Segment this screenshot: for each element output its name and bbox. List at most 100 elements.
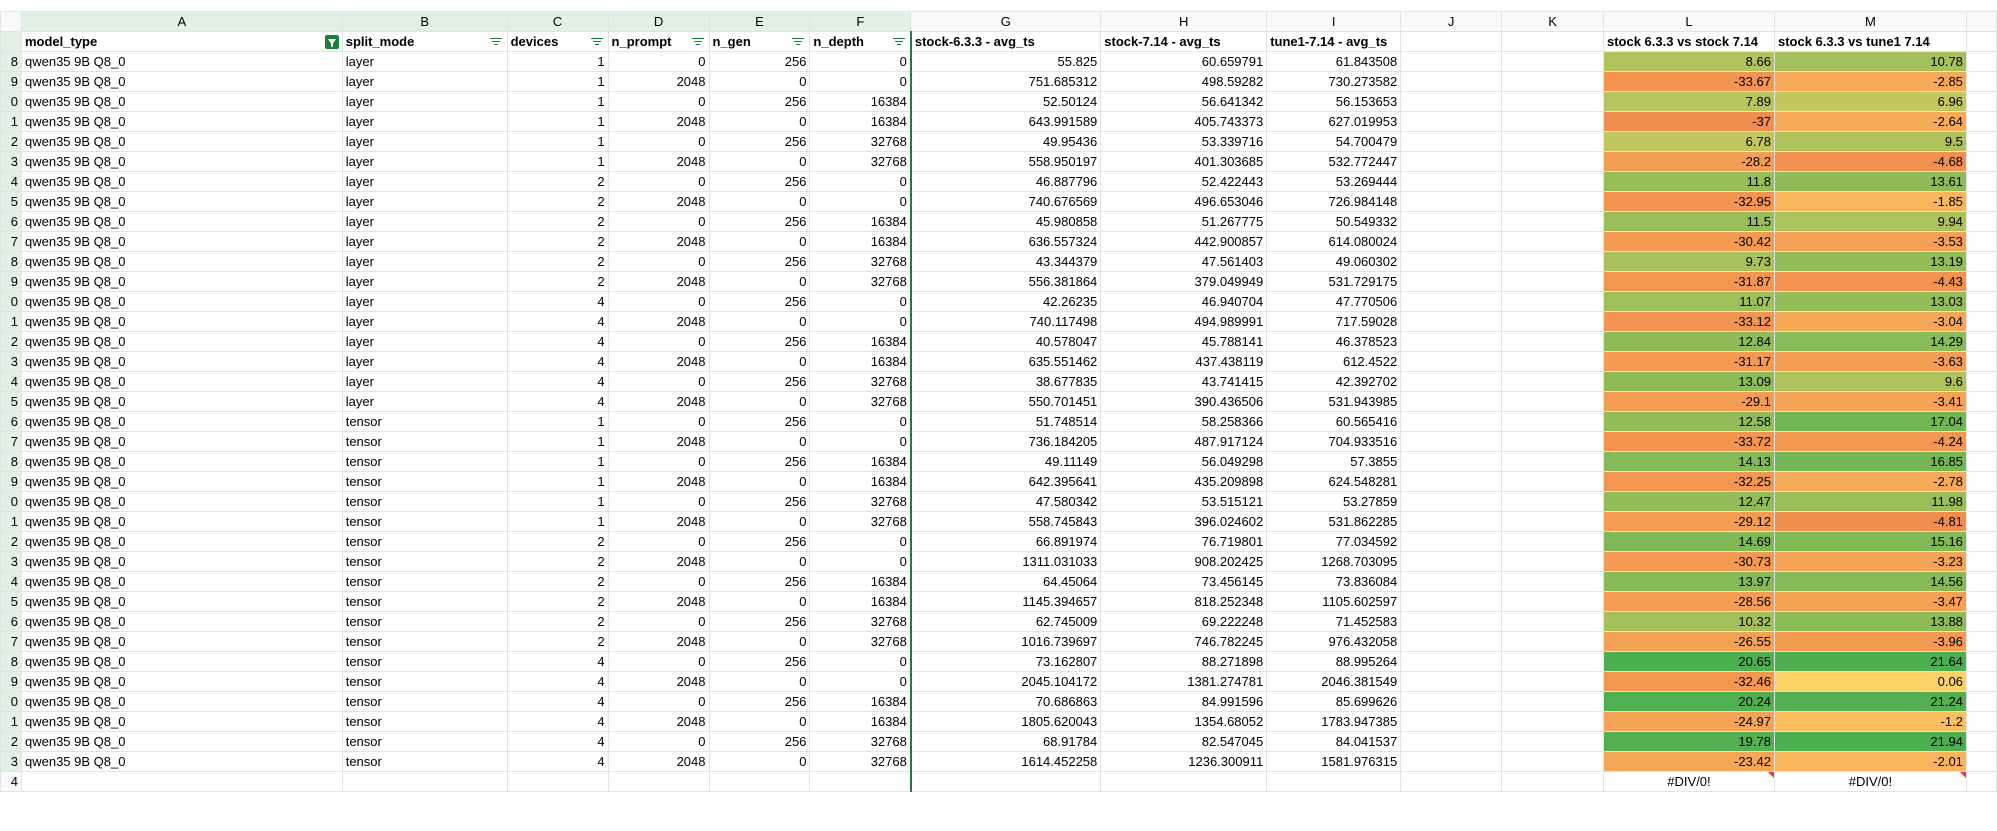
cell-cmp-l[interactable]: -29.1 [1602,391,1775,412]
cell-n-depth[interactable]: 16384 [809,591,912,612]
cell-devices[interactable]: 2 [506,171,609,192]
cell-cmp-l[interactable]: 19.78 [1602,731,1775,752]
cell-empty[interactable] [20,771,343,792]
cell-cmp-l[interactable]: 10.32 [1602,611,1775,632]
cell-model-type[interactable]: qwen35 9B Q8_0 [20,291,343,312]
cell-cmp-m[interactable]: -4.24 [1773,431,1967,452]
cell-n-gen[interactable]: 0 [708,631,811,652]
cell-tune1[interactable]: 71.452583 [1266,611,1402,632]
cell-devices[interactable]: 1 [506,471,609,492]
cell-n-prompt[interactable]: 2048 [607,591,710,612]
cell-empty-k[interactable] [1501,571,1604,592]
cell-n-prompt[interactable]: 0 [607,451,710,472]
cell-devices[interactable]: 2 [506,271,609,292]
cell-empty-k[interactable] [1501,351,1604,372]
cell-devices[interactable]: 4 [506,391,609,412]
cell-tune1[interactable]: 614.080024 [1266,231,1402,252]
cell-cmp-m[interactable]: -4.68 [1773,151,1967,172]
cell-empty[interactable] [909,771,1102,792]
cell-empty-k[interactable] [1501,211,1604,232]
cell-n-depth[interactable]: 16384 [809,91,912,112]
cell-empty-j[interactable] [1400,131,1503,152]
cell-n-prompt[interactable]: 0 [607,491,710,512]
cell-n-gen[interactable]: 256 [708,51,811,72]
cell-model-type[interactable]: qwen35 9B Q8_0 [20,211,343,232]
cell-n-prompt[interactable]: 0 [607,131,710,152]
column-header-k[interactable]: K [1501,11,1604,32]
cell-n-prompt[interactable]: 2048 [607,551,710,572]
cell-tune1[interactable]: 531.943985 [1266,391,1402,412]
cell-cmp-l[interactable]: -26.55 [1602,631,1775,652]
cell-split-mode[interactable]: tensor [341,411,508,432]
column-header-f[interactable]: F [809,11,912,32]
cell-tune1[interactable]: 704.933516 [1266,431,1402,452]
cell-cmp-m[interactable]: -3.96 [1773,631,1967,652]
cell-stock-633[interactable]: 42.26235 [909,291,1102,312]
row-number[interactable]: 0 [0,691,22,712]
cell-split-mode[interactable]: layer [341,271,508,292]
cell-stock-714[interactable]: 401.303685 [1100,151,1268,172]
cell-stock-714[interactable]: 88.271898 [1100,651,1268,672]
cell-devices[interactable]: 4 [506,291,609,312]
cell-tune1[interactable]: 47.770506 [1266,291,1402,312]
cell-model-type[interactable]: qwen35 9B Q8_0 [20,71,343,92]
cell-stock-633[interactable]: 1311.031033 [909,551,1102,572]
row-number[interactable]: 3 [0,351,22,372]
cell-n-prompt[interactable]: 2048 [607,631,710,652]
cell-n-gen[interactable]: 256 [708,571,811,592]
cell-cmp-l[interactable]: -32.46 [1602,671,1775,692]
cell-stock-714[interactable]: 908.202425 [1100,551,1268,572]
cell-n-gen[interactable]: 0 [708,751,811,772]
row-number[interactable]: 9 [0,71,22,92]
cell-cmp-l[interactable]: -28.56 [1602,591,1775,612]
cell-n-prompt[interactable]: 2048 [607,711,710,732]
cell-split-mode[interactable]: layer [341,151,508,172]
cell-n-gen[interactable]: 256 [708,251,811,272]
cell-empty-k[interactable] [1501,471,1604,492]
cell-devices[interactable]: 2 [506,551,609,572]
cell-stock-714[interactable]: 84.991596 [1100,691,1268,712]
cell-devices[interactable]: 2 [506,631,609,652]
cell-n-prompt[interactable]: 0 [607,371,710,392]
cell-n-depth[interactable]: 0 [809,551,912,572]
cell-n-depth[interactable]: 32768 [809,491,912,512]
cell-model-type[interactable]: qwen35 9B Q8_0 [20,51,343,72]
cell-split-mode[interactable]: tensor [341,531,508,552]
cell-tune1[interactable]: 717.59028 [1266,311,1402,332]
cell-n-gen[interactable]: 256 [708,371,811,392]
cell-n-gen[interactable]: 256 [708,531,811,552]
column-header-l[interactable]: L [1602,11,1775,32]
cell-n-gen[interactable]: 0 [708,551,811,572]
row-number[interactable]: 5 [0,591,22,612]
cell-stock-714[interactable]: 818.252348 [1100,591,1268,612]
cell-empty-k[interactable] [1501,611,1604,632]
cell-empty-k[interactable] [1501,651,1604,672]
cell-tune1[interactable]: 54.700479 [1266,131,1402,152]
column-header-i[interactable]: I [1266,11,1402,32]
cell-devices[interactable]: 2 [506,231,609,252]
cell-split-mode[interactable]: tensor [341,671,508,692]
cell-split-mode[interactable]: tensor [341,451,508,472]
row-number[interactable]: 5 [0,191,22,212]
cell-n-depth[interactable]: 0 [809,51,912,72]
cell-n-prompt[interactable]: 2048 [607,191,710,212]
cell-n-depth[interactable]: 0 [809,311,912,332]
header-j[interactable] [1400,31,1503,52]
cell-n-depth[interactable]: 0 [809,431,912,452]
cell-split-mode[interactable]: layer [341,351,508,372]
cell-empty-k[interactable] [1501,191,1604,212]
cell-empty-j[interactable] [1400,211,1503,232]
cell-cmp-l[interactable]: 14.69 [1602,531,1775,552]
cell-stock-633[interactable]: 1614.452258 [909,751,1102,772]
row-number[interactable]: 1 [0,111,22,132]
cell-empty-j[interactable] [1400,631,1503,652]
cell-split-mode[interactable]: tensor [341,571,508,592]
cell-cmp-l[interactable]: 8.66 [1602,51,1775,72]
cell-n-gen[interactable]: 256 [708,91,811,112]
cell-stock-633[interactable]: 556.381864 [909,271,1102,292]
cell-n-prompt[interactable]: 0 [607,691,710,712]
cell-cmp-m[interactable]: -2.64 [1773,111,1967,132]
cell-empty-k[interactable] [1501,111,1604,132]
cell-n-prompt[interactable]: 0 [607,731,710,752]
cell-n-prompt[interactable]: 0 [607,531,710,552]
